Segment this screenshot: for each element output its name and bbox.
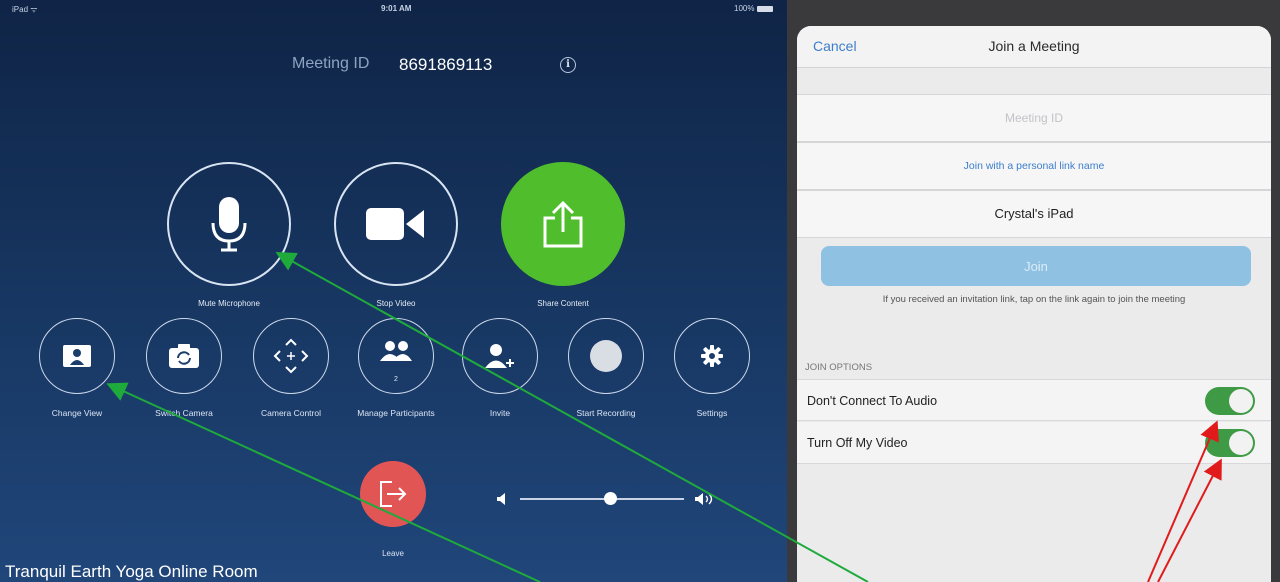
stop-video-circle[interactable] — [334, 162, 458, 286]
mute-microphone-label: Mute Microphone — [198, 299, 260, 308]
mute-microphone-button[interactable]: Mute Microphone — [167, 162, 291, 308]
turn-off-video-toggle[interactable] — [1205, 429, 1255, 457]
option-label-video: Turn Off My Video — [807, 436, 908, 450]
toggle-knob — [1229, 389, 1253, 413]
share-content-circle[interactable] — [501, 162, 625, 286]
microphone-icon — [211, 197, 247, 252]
leave-circle[interactable] — [360, 461, 426, 527]
join-meeting-screen: Cancel Join a Meeting Join with a person… — [797, 26, 1271, 582]
meeting-id-value: 8691869113 — [399, 55, 493, 74]
leave-icon — [380, 481, 407, 507]
page-title: Join a Meeting — [988, 38, 1080, 54]
change-view-label: Change View — [51, 408, 103, 418]
join-button[interactable]: Join — [821, 246, 1251, 286]
settings-button[interactable]: Settings — [667, 318, 757, 418]
status-bar: iPad ᯤ 9:01 AM 100% — [0, 0, 787, 18]
switch-camera-circle[interactable] — [146, 318, 222, 394]
clock: 9:01 AM — [381, 4, 412, 13]
camera-control-icon — [273, 338, 309, 374]
start-recording-button[interactable]: Start Recording — [561, 318, 651, 418]
gear-icon — [701, 345, 723, 367]
volume-low-icon — [497, 493, 505, 505]
volume-slider[interactable] — [496, 489, 726, 509]
record-icon — [590, 340, 622, 372]
info-icon[interactable]: i — [560, 57, 576, 73]
meeting-id-row: Meeting ID 8691869113 i — [0, 55, 787, 77]
invitation-hint: If you received an invitation link, tap … — [882, 294, 1186, 305]
leave-label: Leave — [382, 549, 404, 558]
invite-label: Invite — [489, 408, 511, 418]
invite-icon — [485, 344, 514, 368]
battery-percent: 100% — [734, 4, 755, 13]
change-view-circle[interactable] — [39, 318, 115, 394]
meeting-id-field-row — [797, 94, 1271, 142]
battery-indicator: 100% — [734, 4, 774, 13]
device-name-field[interactable]: Crystal's iPad — [994, 206, 1073, 221]
option-label-audio: Don't Connect To Audio — [807, 394, 938, 408]
personal-link-row: Join with a personal link name — [797, 142, 1271, 190]
share-content-button[interactable]: Share Content — [501, 162, 625, 308]
volume-knob[interactable] — [604, 492, 618, 505]
toggle-knob — [1229, 431, 1253, 455]
meeting-id-input[interactable] — [797, 95, 1271, 141]
personal-link-link[interactable]: Join with a personal link name — [964, 160, 1105, 172]
manage-participants-button[interactable]: 2 Manage Participants — [351, 318, 441, 418]
volume-track[interactable] — [520, 498, 684, 500]
option-row-audio: Don't Connect To Audio — [797, 379, 1271, 421]
participant-count: 2 — [394, 376, 398, 383]
leave-button[interactable]: Leave — [355, 461, 431, 558]
gallery-view-icon — [63, 345, 91, 367]
dont-connect-audio-toggle[interactable] — [1205, 387, 1255, 415]
meeting-controls-panel: iPad ᯤ 9:01 AM 100% Meeting ID 869186911… — [0, 0, 787, 582]
battery-icon — [757, 5, 774, 12]
video-camera-icon — [366, 208, 424, 240]
switch-camera-button[interactable]: Switch Camera — [139, 318, 229, 418]
share-icon — [543, 200, 583, 248]
switch-camera-label: Switch Camera — [155, 408, 213, 418]
manage-participants-circle[interactable]: 2 — [358, 318, 434, 394]
settings-label: Settings — [696, 408, 728, 418]
join-options-header: JOIN OPTIONS — [805, 362, 873, 373]
start-recording-label: Start Recording — [576, 408, 636, 418]
carrier-label: iPad ᯤ — [12, 5, 38, 14]
manage-participants-label: Manage Participants — [357, 408, 435, 418]
camera-control-circle[interactable] — [253, 318, 329, 394]
switch-camera-icon — [169, 344, 199, 368]
camera-control-button[interactable]: Camera Control — [246, 318, 336, 418]
change-view-button[interactable]: Change View — [32, 318, 122, 418]
invite-circle[interactable] — [462, 318, 538, 394]
meeting-id-label: Meeting ID — [292, 55, 370, 72]
mute-microphone-circle[interactable] — [167, 162, 291, 286]
room-name: Tranquil Earth Yoga Online Room — [5, 562, 258, 581]
volume-high-icon — [695, 493, 713, 505]
option-row-video: Turn Off My Video — [797, 422, 1271, 464]
stop-video-button[interactable]: Stop Video — [334, 162, 458, 308]
start-recording-circle[interactable] — [568, 318, 644, 394]
nav-bar: Cancel Join a Meeting — [797, 26, 1271, 68]
participants-icon — [380, 341, 412, 361]
camera-control-label: Camera Control — [261, 408, 321, 418]
invite-button[interactable]: Invite — [455, 318, 545, 418]
share-content-label: Share Content — [537, 299, 589, 308]
stop-video-label: Stop Video — [376, 299, 416, 308]
device-name-row: Crystal's iPad — [797, 190, 1271, 238]
join-meeting-photo: Cancel Join a Meeting Join with a person… — [787, 0, 1280, 582]
settings-circle[interactable] — [674, 318, 750, 394]
